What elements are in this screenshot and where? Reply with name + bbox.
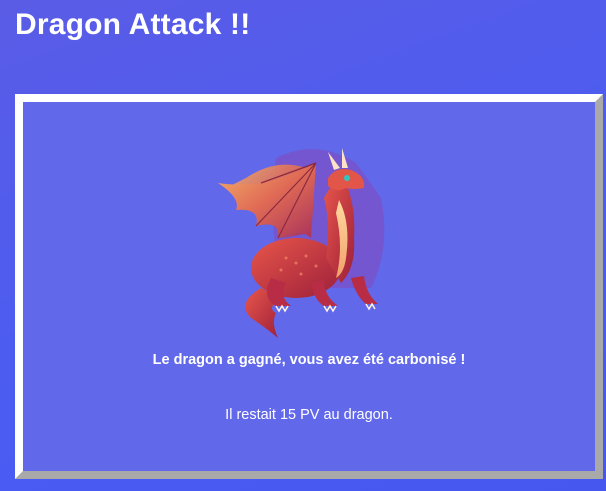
dragon-illustration <box>218 148 385 338</box>
game-result-panel: Le dragon a gagné, vous avez été carboni… <box>15 94 603 479</box>
page-title: Dragon Attack !! <box>15 8 251 41</box>
remaining-hp-text: Il restait 15 PV au dragon. <box>225 407 393 423</box>
result-message: Le dragon a gagné, vous avez été carboni… <box>152 352 466 368</box>
